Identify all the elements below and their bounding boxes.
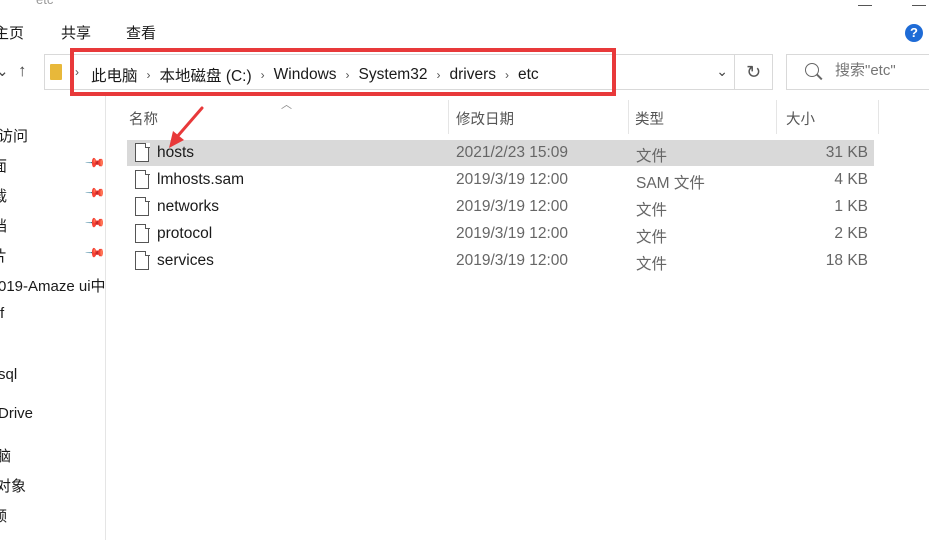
up-icon[interactable]: ↑ [18, 61, 27, 81]
sidebar-item[interactable]: Drive [0, 405, 33, 422]
file-date: 2019/3/19 12:00 [456, 198, 569, 215]
close-icon[interactable] [912, 0, 926, 6]
red-arrow-annotation [169, 106, 204, 148]
window-title: etc [36, 0, 53, 7]
file-type: 文件 [636, 148, 668, 165]
file-type: 文件 [636, 202, 668, 219]
sidebar-item[interactable]: 脑 [0, 445, 11, 466]
sidebar-item[interactable]: 载 [0, 185, 7, 206]
file-icon [135, 196, 150, 216]
sidebar-item[interactable]: 频 [0, 505, 7, 526]
column-divider[interactable] [448, 100, 449, 134]
column-divider[interactable] [628, 100, 629, 134]
pin-icon: 📌 [84, 241, 106, 264]
recent-locations-icon[interactable]: ⌄ [0, 62, 9, 80]
file-name: networks [157, 198, 220, 215]
pin-icon: 📌 [84, 211, 106, 234]
file-size: 2 KB [834, 225, 868, 242]
file-icon [135, 250, 150, 270]
sidebar-item[interactable]: sql [0, 366, 17, 383]
column-header-type[interactable]: 类型 [635, 108, 664, 129]
pin-icon: 📌 [84, 151, 106, 174]
file-row-hosts[interactable]: hosts 2021/2/23 15:09 文件 31 KB [127, 140, 874, 166]
tab-share[interactable]: 共享 [61, 22, 91, 43]
column-header-date[interactable]: 修改日期 [456, 108, 514, 129]
sidebar-item[interactable]: 访问 [0, 125, 28, 146]
sidebar-item[interactable]: 对象 [0, 475, 26, 496]
file-row-lmhosts[interactable]: lmhosts.sam 2019/3/19 12:00 SAM 文件 4 KB [127, 167, 874, 193]
file-date: 2019/3/19 12:00 [456, 171, 569, 188]
file-size: 18 KB [825, 252, 868, 269]
file-date: 2019/3/19 12:00 [456, 252, 569, 269]
file-size: 4 KB [834, 171, 868, 188]
sidebar-item[interactable]: 片 [0, 245, 7, 266]
dropdown-icon[interactable]: ⌄ [716, 63, 728, 80]
file-row-protocol[interactable]: protocol 2019/3/19 12:00 文件 2 KB [127, 221, 874, 247]
file-list: ︿ 名称 修改日期 类型 大小 hosts 2021/2/23 15:09 文件… [107, 96, 929, 540]
column-divider[interactable] [776, 100, 777, 134]
file-name: services [157, 252, 214, 269]
tab-home[interactable]: 主页 [0, 22, 24, 43]
file-date: 2021/2/23 15:09 [456, 144, 569, 161]
navigation-pane: 访问 面 📌 载 📌 档 📌 片 📌 019-Amaze ui中 f sql D… [0, 96, 106, 540]
search-icon [805, 63, 819, 77]
file-row-services[interactable]: services 2019/3/19 12:00 文件 18 KB [127, 248, 874, 274]
minimize-icon[interactable] [858, 0, 872, 6]
column-header-name[interactable]: 名称 [129, 108, 158, 129]
file-date: 2019/3/19 12:00 [456, 225, 569, 242]
file-icon [135, 169, 150, 189]
search-input[interactable] [835, 62, 925, 79]
help-icon[interactable]: ? [905, 24, 923, 42]
file-size: 31 KB [825, 144, 868, 161]
file-type: SAM 文件 [636, 175, 705, 192]
ribbon-tabs: 主页 共享 查看 ? [0, 14, 929, 48]
file-size: 1 KB [834, 198, 868, 215]
sidebar-item[interactable]: 档 [0, 215, 7, 236]
red-highlight-box [70, 48, 616, 96]
sidebar-item[interactable]: f [0, 305, 4, 322]
search-box[interactable] [786, 54, 929, 90]
folder-icon [50, 64, 62, 80]
sidebar-item[interactable]: 面 [0, 155, 7, 176]
file-type: 文件 [636, 256, 668, 273]
file-icon [135, 223, 150, 243]
file-type: 文件 [636, 229, 668, 246]
file-name: lmhosts.sam [157, 171, 244, 188]
sidebar-item[interactable]: 019-Amaze ui中 [0, 275, 105, 296]
file-icon [135, 142, 150, 162]
file-name: protocol [157, 225, 213, 242]
tab-view[interactable]: 查看 [126, 22, 156, 43]
sort-ascending-icon: ︿ [281, 99, 292, 111]
column-divider[interactable] [878, 100, 879, 134]
file-row-networks[interactable]: networks 2019/3/19 12:00 文件 1 KB [127, 194, 874, 220]
title-bar: etc [0, 0, 929, 14]
refresh-icon[interactable]: ↻ [734, 55, 772, 89]
pin-icon: 📌 [84, 181, 106, 204]
column-header-size[interactable]: 大小 [786, 108, 815, 129]
